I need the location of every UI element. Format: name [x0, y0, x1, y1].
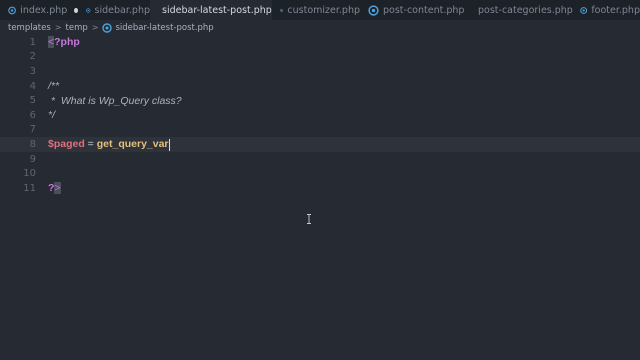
tab-post-content[interactable]: post-content.php	[360, 0, 466, 20]
file-code-icon	[368, 4, 379, 16]
tab-post-categories[interactable]: post-categories.php	[466, 0, 573, 20]
code-editor[interactable]: 1 <?php 2 3 4/** 5 * What is Wp_Query class? 6…	[0, 35, 640, 360]
code-line[interactable]: 3	[0, 64, 640, 79]
tab-bar: index.php sidebar.php sidebar-latest-post.…	[0, 0, 640, 20]
code-text: * What is Wp_Query class?	[48, 95, 182, 107]
line-number: 3	[29, 65, 36, 77]
line-number: 4	[29, 80, 36, 92]
file-code-icon	[8, 6, 16, 14]
code-token: =	[84, 138, 97, 151]
line-number: 11	[23, 182, 36, 194]
tab-label: index.php	[20, 4, 68, 16]
code-token: * What is Wp_Query class?	[48, 94, 182, 107]
line-number: 6	[29, 109, 36, 121]
tab-sidebar-latest-post[interactable]: sidebar-latest-post.php	[150, 0, 272, 20]
file-code-icon	[580, 6, 588, 14]
code-line[interactable]: 6 */	[0, 108, 640, 123]
code-token: >	[54, 182, 61, 195]
line-number: 10	[23, 168, 36, 180]
code-token: */	[48, 109, 56, 122]
tab-label: sidebar-latest-post.php	[162, 4, 272, 16]
tab-label: customizer.php	[287, 4, 360, 16]
breadcrumb-item-templates[interactable]: templates	[8, 23, 51, 33]
code-line[interactable]: 11 ?>	[0, 181, 640, 196]
text-caret	[168, 138, 170, 151]
code-line[interactable]: 8 $paged = get_query_var	[0, 137, 640, 152]
breadcrumb-item-file[interactable]: sidebar-latest-post.php	[115, 23, 213, 33]
code-line[interactable]: 2	[0, 50, 640, 65]
file-code-icon	[86, 7, 91, 13]
tab-footer[interactable]: footer.php	[572, 0, 640, 20]
code-line[interactable]: 4 /**	[0, 79, 640, 94]
code-line[interactable]: 1 <?php	[0, 35, 640, 50]
code-line[interactable]: 10	[0, 166, 640, 181]
line-number: 7	[29, 124, 36, 136]
code-line[interactable]: 5 * What is Wp_Query class?	[0, 93, 640, 108]
code-token: get_query_var	[96, 138, 169, 151]
line-number: 1	[29, 36, 36, 48]
line-number: 5	[29, 95, 36, 107]
tab-label: footer.php	[591, 4, 640, 16]
code-text: $paged = get_query_var	[48, 138, 170, 151]
breadcrumb-separator: >	[54, 23, 62, 32]
code-text: <?php	[48, 36, 80, 49]
line-number: 8	[29, 138, 36, 150]
tab-customizer[interactable]: customizer.php	[272, 0, 360, 20]
breadcrumb-separator: >	[91, 23, 99, 32]
code-token: ?php	[54, 36, 80, 49]
file-code-icon	[280, 8, 284, 12]
line-number: 9	[29, 153, 36, 165]
code-text: /**	[48, 80, 59, 92]
breadcrumb: templates > temp > sidebar-latest-post.p…	[0, 20, 640, 35]
code-token: /**	[48, 80, 60, 93]
tab-label: post-content.php	[383, 4, 465, 16]
tab-index[interactable]: index.php	[0, 0, 78, 20]
mouse-ibeam-cursor-icon	[307, 214, 311, 224]
tab-sidebar[interactable]: sidebar.php	[78, 0, 150, 20]
code-text: ?>	[48, 182, 61, 195]
code-line[interactable]: 7	[0, 123, 640, 138]
tab-label: sidebar.php	[94, 4, 150, 16]
code-line[interactable]: 9	[0, 152, 640, 167]
line-number: 2	[29, 51, 36, 63]
code-text: */	[48, 109, 55, 121]
file-code-icon	[102, 22, 113, 33]
breadcrumb-item-temp[interactable]: temp	[66, 23, 88, 33]
tab-label: post-categories.php	[478, 4, 573, 16]
code-token: $paged	[48, 138, 85, 151]
